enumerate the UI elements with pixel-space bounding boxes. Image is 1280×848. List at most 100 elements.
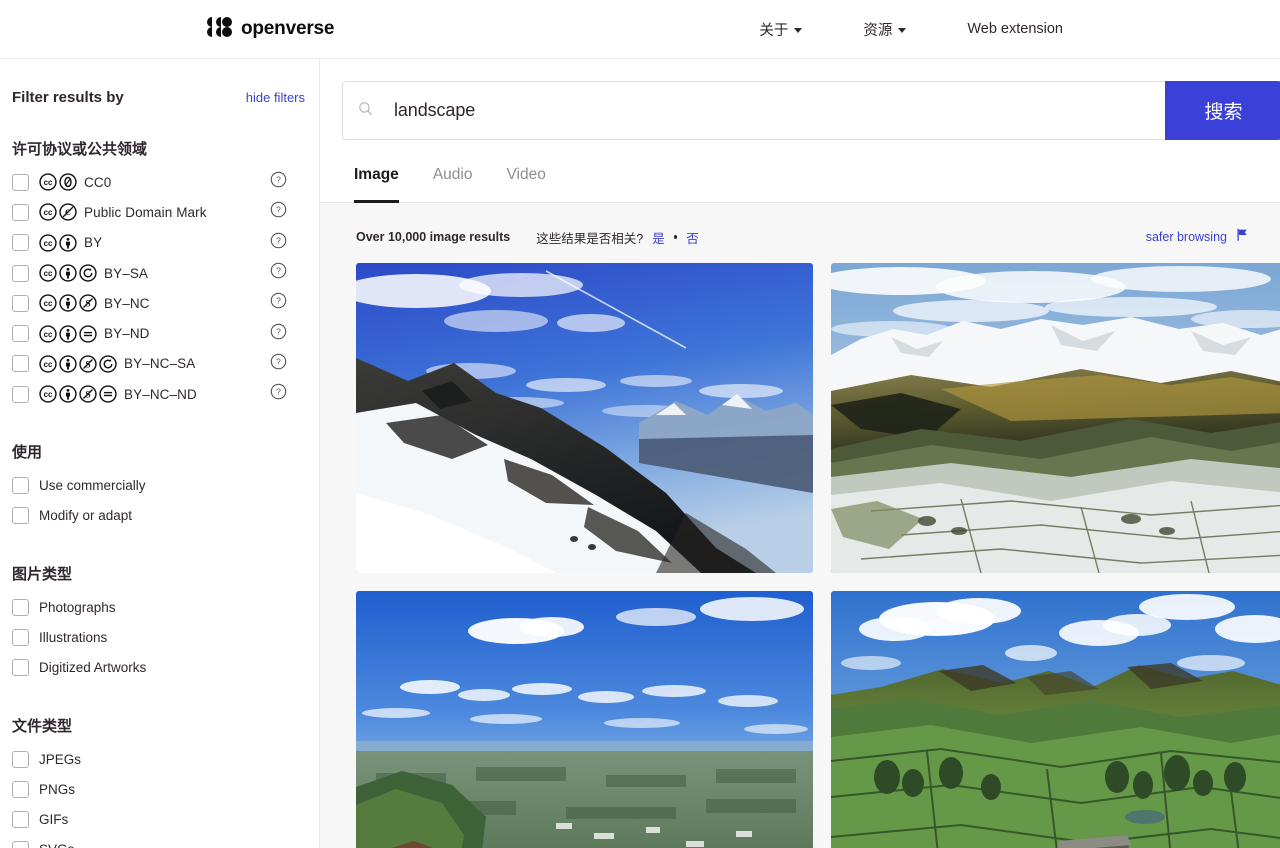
checkbox-gifs[interactable] <box>12 811 29 829</box>
cc-nc-icon: S <box>79 294 97 312</box>
checkbox-use-commercially[interactable] <box>12 477 29 495</box>
filter-by-nc[interactable]: cc S BY–NC ? <box>12 288 307 318</box>
svg-text:cc: cc <box>44 269 53 278</box>
checkbox-pngs[interactable] <box>12 780 29 798</box>
section-title-file-type: 文件类型 <box>12 717 73 735</box>
filter-svgs[interactable]: SVGs <box>12 835 307 848</box>
hide-filters-link[interactable]: hide filters <box>246 90 305 105</box>
cc-by-icon <box>59 355 77 373</box>
question-circle-icon[interactable]: ? <box>270 323 287 345</box>
checkbox-by-sa[interactable] <box>12 264 29 282</box>
svg-text:cc: cc <box>44 208 53 217</box>
checkbox-digitized-artworks[interactable] <box>12 659 29 677</box>
filter-digitized-artworks[interactable]: Digitized Artworks <box>12 653 307 683</box>
checkbox-by-nc-sa[interactable] <box>12 355 29 373</box>
nav-item-about[interactable]: 关于 <box>759 19 803 40</box>
checkbox-modify-or-adapt[interactable] <box>12 507 29 525</box>
question-circle-icon[interactable]: ? <box>270 232 287 254</box>
nav-item-web-extension[interactable]: Web extension <box>967 21 1063 37</box>
main-content: landscape 搜索 Image Audio Video Over 10,0… <box>320 59 1280 848</box>
license-badges-by-nc-sa: cc S <box>39 355 117 373</box>
filter-label-by-sa: BY–SA <box>104 265 149 281</box>
site-header: openverse 关于 资源 Web extension <box>0 0 1280 59</box>
svg-text:?: ? <box>276 175 281 185</box>
filter-by[interactable]: cc BY ? <box>12 228 307 258</box>
cc-nc-icon: S <box>79 355 97 373</box>
filter-label-illustrations: Illustrations <box>39 629 108 645</box>
filter-jpegs[interactable]: JPEGs <box>12 744 307 774</box>
question-circle-icon[interactable]: ? <box>270 201 287 223</box>
checkbox-svgs[interactable] <box>12 841 29 848</box>
filter-modify-or-adapt[interactable]: Modify or adapt <box>12 501 307 531</box>
filter-by-nc-nd[interactable]: cc S BY–NC–ND ? <box>12 379 307 409</box>
filter-illustrations[interactable]: Illustrations <box>12 622 307 652</box>
filter-label-by-nc: BY–NC <box>104 295 150 311</box>
filter-label-svgs: SVGs <box>39 842 74 848</box>
brand-name: openverse <box>241 18 335 39</box>
svg-text:?: ? <box>276 326 281 336</box>
checkbox-jpegs[interactable] <box>12 750 29 768</box>
license-badges-cc0: cc <box>39 173 77 191</box>
search-input[interactable]: landscape <box>342 81 1165 140</box>
filter-by-nd[interactable]: cc BY–ND ? <box>12 318 307 348</box>
svg-text:cc: cc <box>44 330 53 339</box>
results-count: Over 10,000 image results <box>356 230 511 244</box>
filter-label-cc0: CC0 <box>84 174 112 190</box>
filter-use-commercially[interactable]: Use commercially <box>12 470 307 500</box>
image-result-item[interactable] <box>356 263 813 573</box>
filters-title: Filter results by <box>12 89 124 106</box>
cc-zero-icon <box>59 173 77 191</box>
cc-nc-icon: S <box>79 385 97 403</box>
checkbox-by-nc-nd[interactable] <box>12 385 29 403</box>
safer-browsing-button[interactable]: safer browsing <box>1146 227 1250 247</box>
image-result-item[interactable] <box>356 591 813 848</box>
question-circle-icon[interactable]: ? <box>270 383 287 405</box>
tab-video[interactable]: Video <box>506 166 545 203</box>
relevance-no-link[interactable]: 否 <box>686 228 699 247</box>
question-circle-icon[interactable]: ? <box>270 262 287 284</box>
nav-item-web-extension-label: Web extension <box>967 21 1063 37</box>
filter-pngs[interactable]: PNGs <box>12 774 307 804</box>
checkbox-by-nd[interactable] <box>12 325 29 343</box>
license-badges-by-nd: cc <box>39 324 97 343</box>
cc-icon: cc <box>39 203 57 222</box>
cc-icon: cc <box>39 173 57 191</box>
tab-audio[interactable]: Audio <box>433 166 473 203</box>
search-icon <box>357 100 374 122</box>
filter-photographs[interactable]: Photographs <box>12 592 307 622</box>
checkbox-illustrations[interactable] <box>12 628 29 646</box>
filter-by-sa[interactable]: cc BY–SA ? <box>12 258 307 288</box>
tab-image[interactable]: Image <box>354 166 399 203</box>
filter-public-domain-mark[interactable]: cc C Public Domain Mark ? <box>12 197 307 227</box>
brand-logo[interactable]: openverse <box>206 16 335 42</box>
filter-label-by-nd: BY–ND <box>104 326 150 342</box>
search-button[interactable]: 搜索 <box>1165 81 1280 140</box>
question-circle-icon[interactable]: ? <box>270 171 287 193</box>
image-result-item[interactable] <box>831 263 1280 573</box>
relevance-yes-link[interactable]: 是 <box>652 228 665 247</box>
question-circle-icon[interactable]: ? <box>270 292 287 314</box>
nav-item-resources[interactable]: 资源 <box>863 19 907 40</box>
searchbar-container: landscape 搜索 <box>320 59 1280 140</box>
cc-nd-icon <box>79 324 97 343</box>
filter-by-nc-sa[interactable]: cc S BY–NC–SA ? <box>12 349 307 379</box>
license-badges-by-sa: cc <box>39 264 97 282</box>
filter-label-digitized-artworks: Digitized Artworks <box>39 660 147 676</box>
relevance-question: 这些结果是否相关? <box>536 231 644 246</box>
image-result-item[interactable] <box>831 591 1280 848</box>
filter-cc0[interactable]: cc CC0 ? <box>12 167 307 197</box>
checkbox-by-nc[interactable] <box>12 294 29 312</box>
question-circle-icon[interactable]: ? <box>270 353 287 375</box>
safer-browsing-label: safer browsing <box>1145 230 1227 244</box>
checkbox-cc0[interactable] <box>12 173 29 191</box>
checkbox-photographs[interactable] <box>12 598 29 616</box>
cc-sa-icon <box>79 264 97 282</box>
checkbox-by[interactable] <box>12 234 29 252</box>
svg-text:cc: cc <box>44 239 53 248</box>
checkbox-public-domain-mark[interactable] <box>12 203 29 221</box>
filter-gifs[interactable]: GIFs <box>12 804 307 834</box>
image-thumbnail <box>831 263 1280 573</box>
section-title-use: 使用 <box>12 444 43 462</box>
relevance-separator-dot <box>673 235 678 239</box>
results-header: Over 10,000 image results 这些结果是否相关? 是 否 … <box>338 203 1262 263</box>
